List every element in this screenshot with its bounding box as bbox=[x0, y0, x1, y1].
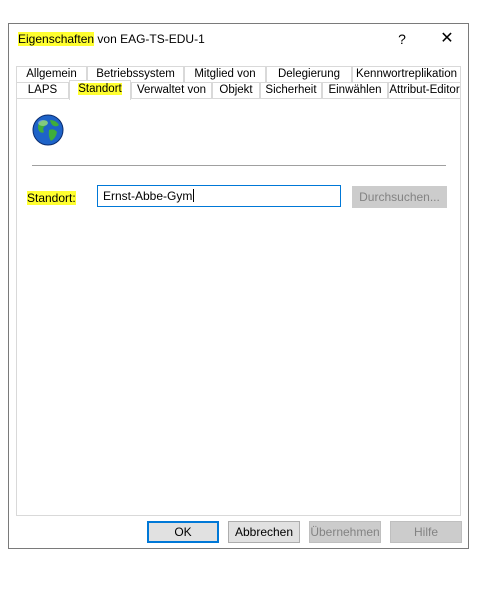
dialog-help-button[interactable]: Hilfe bbox=[390, 521, 462, 543]
ok-button[interactable]: OK bbox=[147, 521, 219, 543]
tab-sicherheit[interactable]: Sicherheit bbox=[260, 82, 322, 99]
close-button[interactable]: ✕ bbox=[433, 28, 461, 50]
tab-mitglied-von[interactable]: Mitglied von bbox=[184, 66, 266, 83]
tab-kennwortreplikation[interactable]: Kennwortreplikation bbox=[352, 66, 461, 83]
properties-dialog: Eigenschaften von EAG-TS-EDU-1 ? ✕ Allge… bbox=[8, 23, 469, 549]
text-caret bbox=[193, 189, 195, 202]
tab-standort[interactable]: Standort bbox=[69, 80, 131, 100]
title-rest: von EAG-TS-EDU-1 bbox=[94, 32, 205, 46]
window-title: Eigenschaften von EAG-TS-EDU-1 bbox=[18, 32, 205, 46]
tab-laps[interactable]: LAPS bbox=[16, 82, 69, 99]
tab-verwaltet-von[interactable]: Verwaltet von bbox=[131, 82, 212, 99]
standort-label: Standort: bbox=[27, 191, 76, 205]
browse-button[interactable]: Durchsuchen... bbox=[352, 186, 447, 208]
apply-button[interactable]: Übernehmen bbox=[309, 521, 381, 543]
standort-input[interactable]: Ernst-Abbe-Gym bbox=[97, 185, 341, 207]
title-highlight: Eigenschaften bbox=[18, 32, 95, 46]
tab-row-2: LAPS Standort Verwaltet von Objekt Siche… bbox=[16, 80, 461, 100]
tab-objekt[interactable]: Objekt bbox=[212, 82, 260, 99]
standort-panel bbox=[16, 98, 461, 516]
cancel-button[interactable]: Abbrechen bbox=[228, 521, 300, 543]
globe-icon bbox=[32, 114, 64, 146]
title-bar: Eigenschaften von EAG-TS-EDU-1 ? ✕ bbox=[9, 24, 468, 54]
tab-einwaehlen[interactable]: Einwählen bbox=[322, 82, 388, 99]
tab-attribut-editor[interactable]: Attribut-Editor bbox=[388, 82, 461, 99]
tab-delegierung[interactable]: Delegierung bbox=[266, 66, 352, 83]
tab-standort-label: Standort bbox=[78, 83, 122, 95]
help-button[interactable]: ? bbox=[388, 28, 416, 50]
separator bbox=[32, 165, 446, 166]
